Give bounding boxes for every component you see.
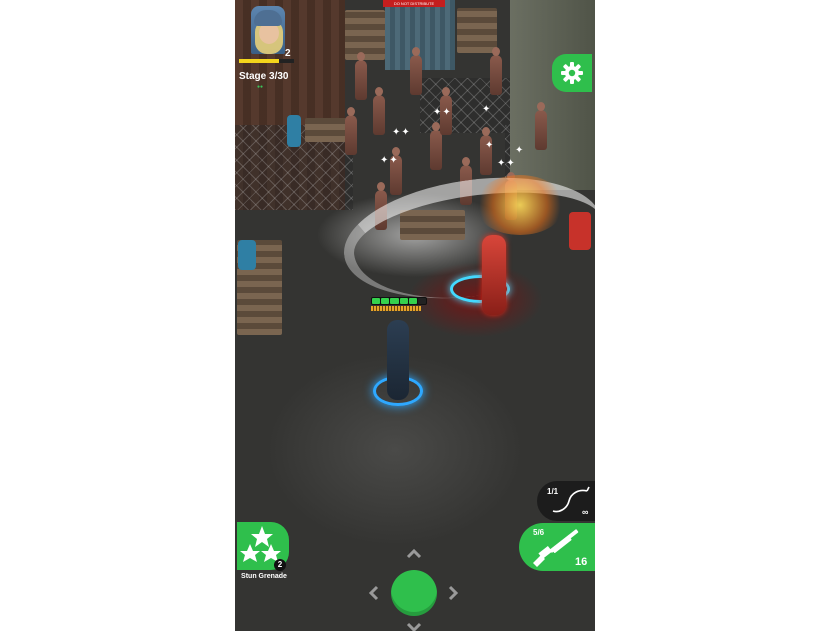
stun-stars: ✦✦ bbox=[433, 107, 452, 118]
xp-bar-fill bbox=[239, 59, 280, 63]
zombie bbox=[410, 47, 422, 95]
stun-stars: ✦ bbox=[515, 145, 525, 156]
gear-icon bbox=[561, 62, 583, 84]
zombie bbox=[345, 107, 357, 155]
blue-barrel bbox=[287, 115, 301, 147]
stage-sub-icon: ●● bbox=[257, 84, 264, 90]
secondary-weapon-reserve: ∞ bbox=[582, 507, 589, 517]
hero-character bbox=[387, 320, 409, 400]
stun-stars: ✦✦ bbox=[497, 158, 516, 169]
stage-counter: Stage 3/30 bbox=[239, 71, 289, 82]
crate-stack-back-left bbox=[345, 10, 385, 60]
blue-barrel bbox=[238, 240, 256, 270]
xp-bar bbox=[239, 59, 294, 63]
zombie bbox=[430, 122, 442, 170]
chevron-down-icon[interactable] bbox=[406, 619, 422, 631]
game-viewport[interactable]: ✦✦ ✦✦ ✦✦ ✦ ✦ ✦✦ ✦ DO NOT DISTRIBUTE 2 St… bbox=[235, 0, 595, 631]
hero-health-segment bbox=[390, 298, 399, 304]
skill-label: Stun Grenade bbox=[241, 573, 287, 580]
hero-ammo-bar bbox=[371, 306, 421, 311]
targeted-zombie bbox=[482, 235, 506, 315]
secondary-weapon-button[interactable]: 1/1 ∞ bbox=[537, 481, 595, 521]
primary-weapon-button[interactable]: 5/6 16 bbox=[519, 523, 595, 571]
hero-health-bar bbox=[371, 297, 427, 305]
watermark-banner: DO NOT DISTRIBUTE bbox=[383, 0, 445, 7]
zombie bbox=[535, 102, 547, 150]
zombie bbox=[355, 52, 367, 100]
player-avatar[interactable] bbox=[251, 6, 285, 54]
hero-health-segment bbox=[417, 298, 427, 304]
crate-stack-mid-left bbox=[305, 118, 350, 142]
hero-health-segment bbox=[372, 298, 381, 304]
chevron-up-icon[interactable] bbox=[406, 546, 422, 562]
stun-stars: ✦ bbox=[482, 104, 492, 115]
zombie bbox=[490, 47, 502, 95]
hero-health-segment bbox=[381, 298, 390, 304]
stun-stars: ✦✦ bbox=[380, 155, 399, 166]
hero-health-segment bbox=[408, 298, 417, 304]
concrete-wall bbox=[510, 0, 595, 190]
chevron-left-icon[interactable] bbox=[366, 585, 382, 601]
primary-weapon-reserve: 16 bbox=[575, 556, 588, 568]
settings-button[interactable] bbox=[552, 54, 592, 92]
explosion-effect bbox=[475, 175, 565, 235]
player-level: 2 bbox=[285, 48, 291, 59]
hero-health-segment bbox=[399, 298, 408, 304]
crate-stack-back-right bbox=[457, 8, 497, 53]
joystick-knob[interactable] bbox=[391, 570, 437, 616]
zombie bbox=[373, 87, 385, 135]
stun-stars: ✦✦ bbox=[392, 127, 411, 138]
skill-charge-count: 2 bbox=[274, 559, 286, 571]
stun-stars: ✦ bbox=[485, 140, 495, 151]
chevron-right-icon[interactable] bbox=[445, 585, 461, 601]
